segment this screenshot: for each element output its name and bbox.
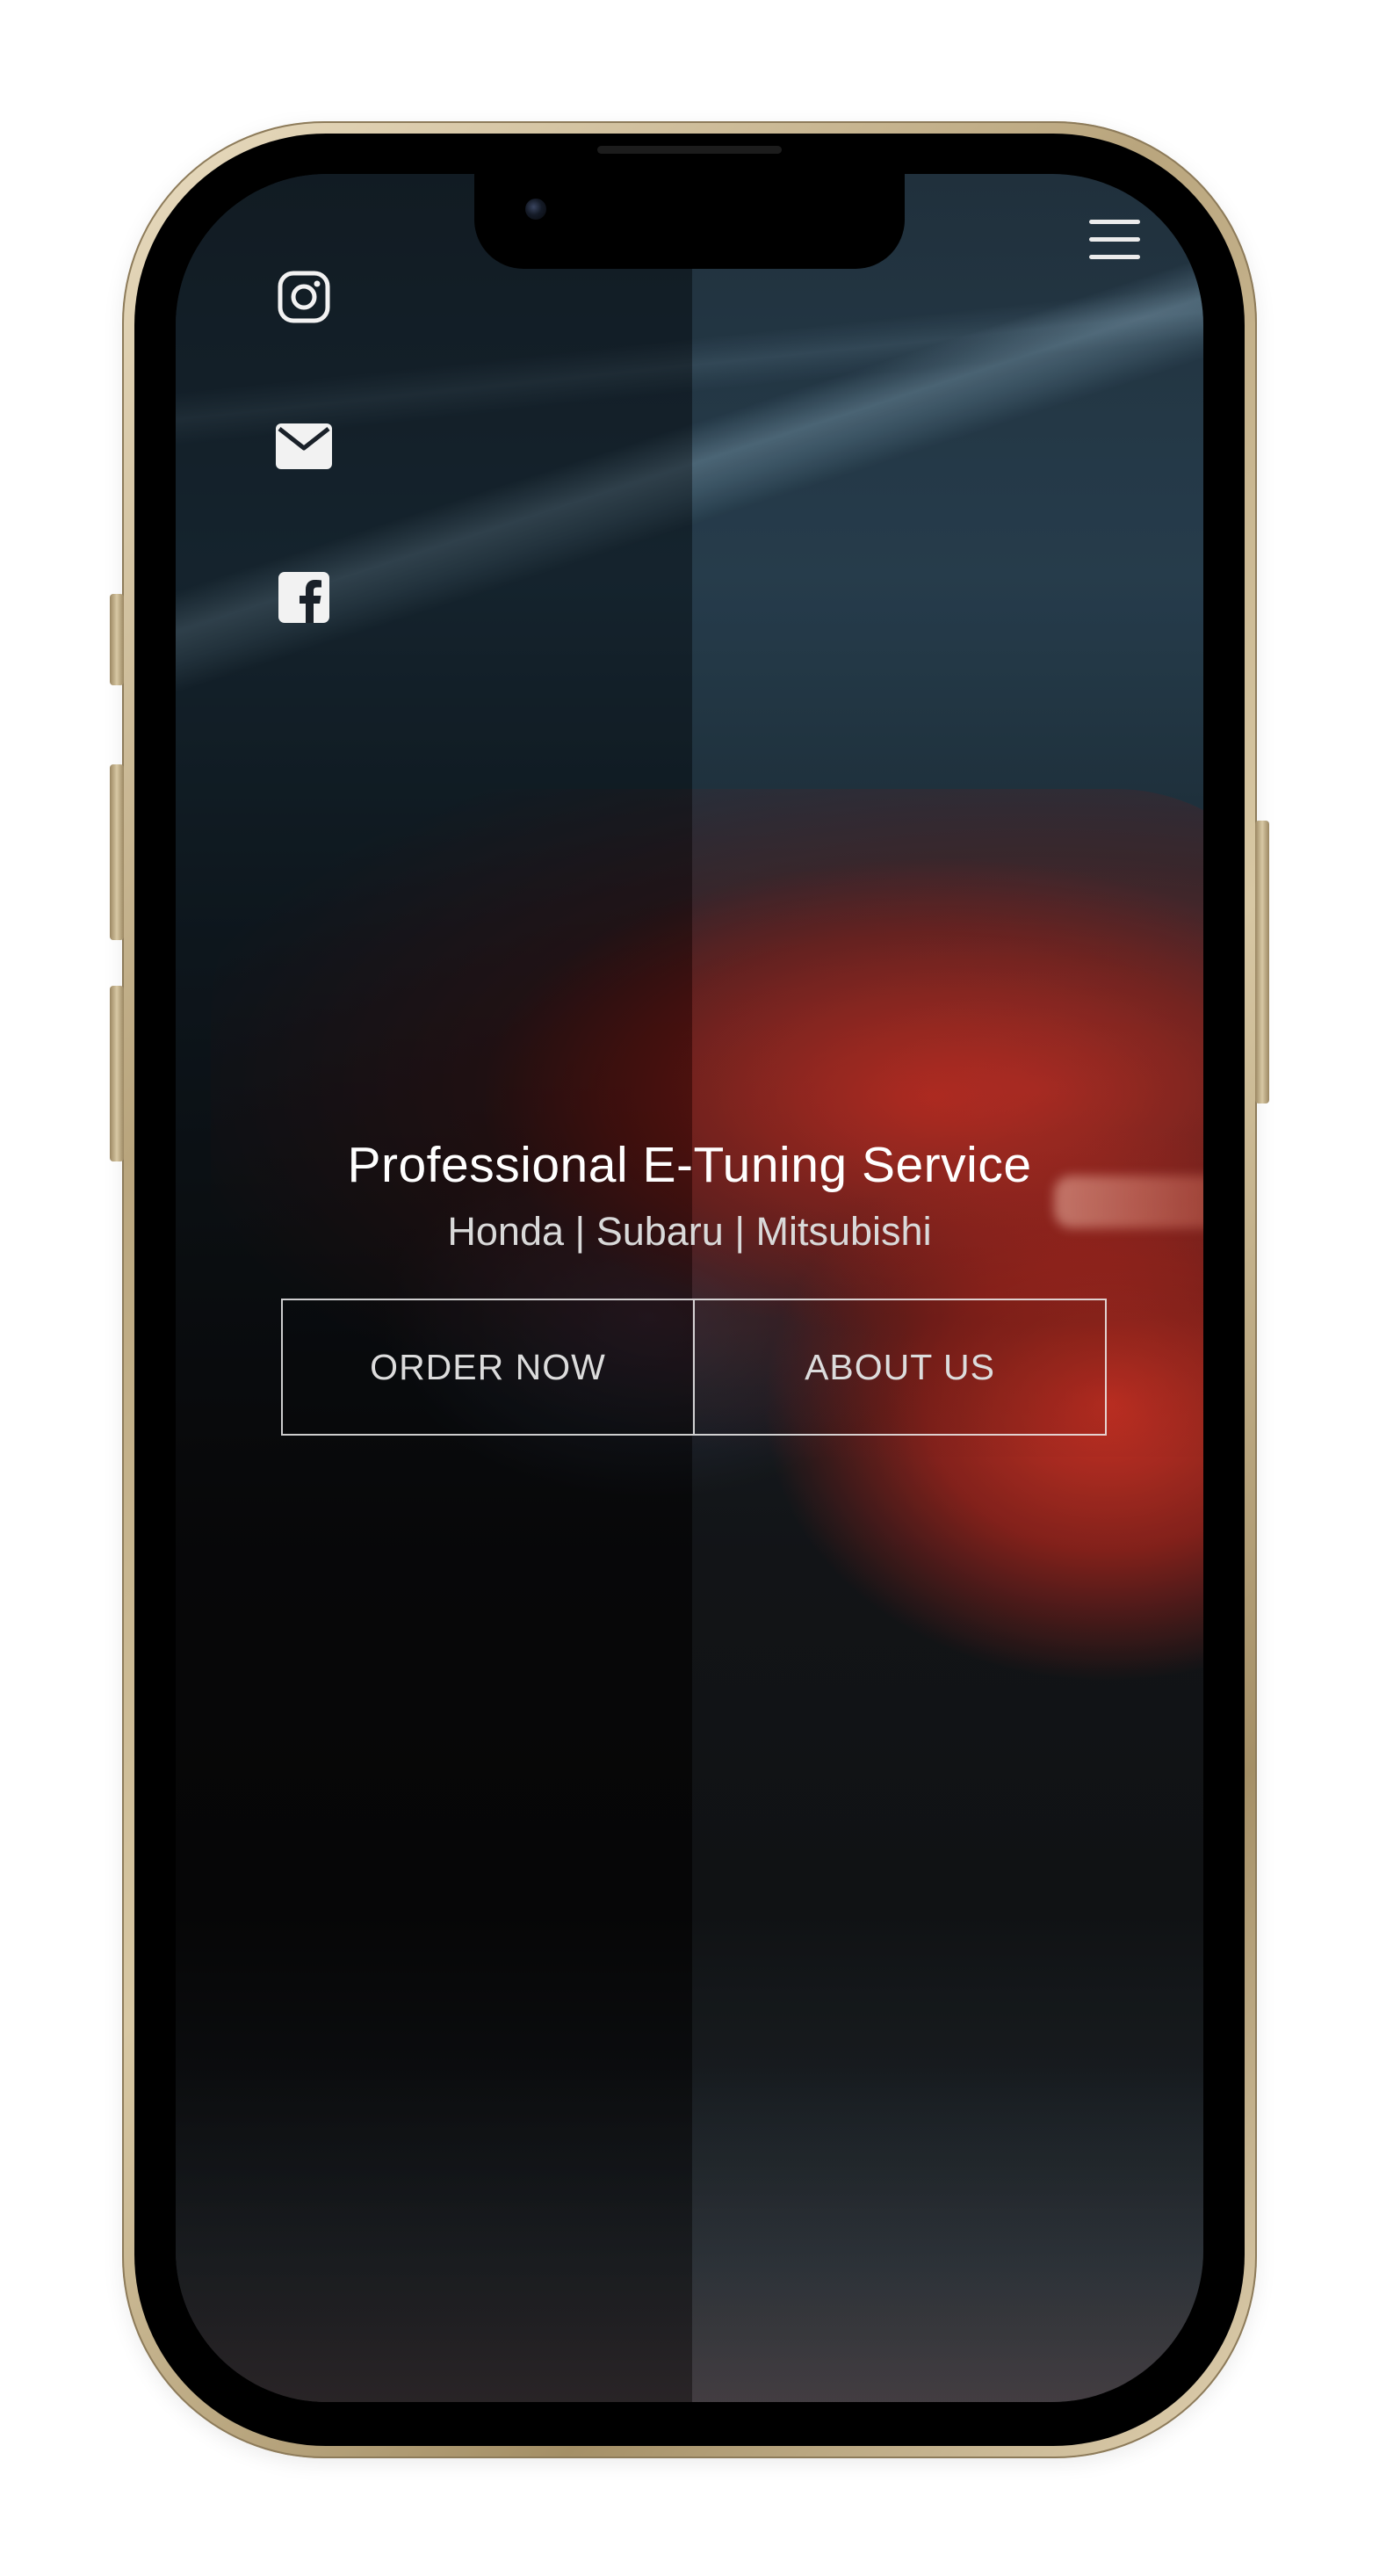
stage: Professional E-Tuning Service Honda | Su… [0,0,1379,2576]
left-dark-overlay [176,174,692,2402]
hero-text-block: Professional E-Tuning Service Honda | Su… [176,1133,1203,1258]
volume-up-button [110,764,124,940]
phone-screen [176,174,1203,2402]
volume-down-button [110,986,124,1161]
front-camera [525,199,546,220]
speaker-grill [597,146,782,154]
power-button [1255,821,1269,1103]
mute-switch [110,594,124,685]
hamburger-menu-icon[interactable] [1087,218,1142,262]
order-now-button[interactable]: ORDER NOW [281,1299,695,1436]
hero-subtitle: Honda | Subaru | Mitsubishi [447,1209,932,1254]
mail-icon[interactable] [276,418,332,474]
hero-title: Professional E-Tuning Service [347,1137,1032,1193]
right-light-wash [692,174,1203,2402]
instagram-icon[interactable] [276,269,332,325]
cta-button-group: ORDER NOW ABOUT US [281,1299,1107,1436]
facebook-icon[interactable] [276,569,332,626]
camera-notch [474,174,905,269]
about-us-button[interactable]: ABOUT US [695,1299,1107,1436]
